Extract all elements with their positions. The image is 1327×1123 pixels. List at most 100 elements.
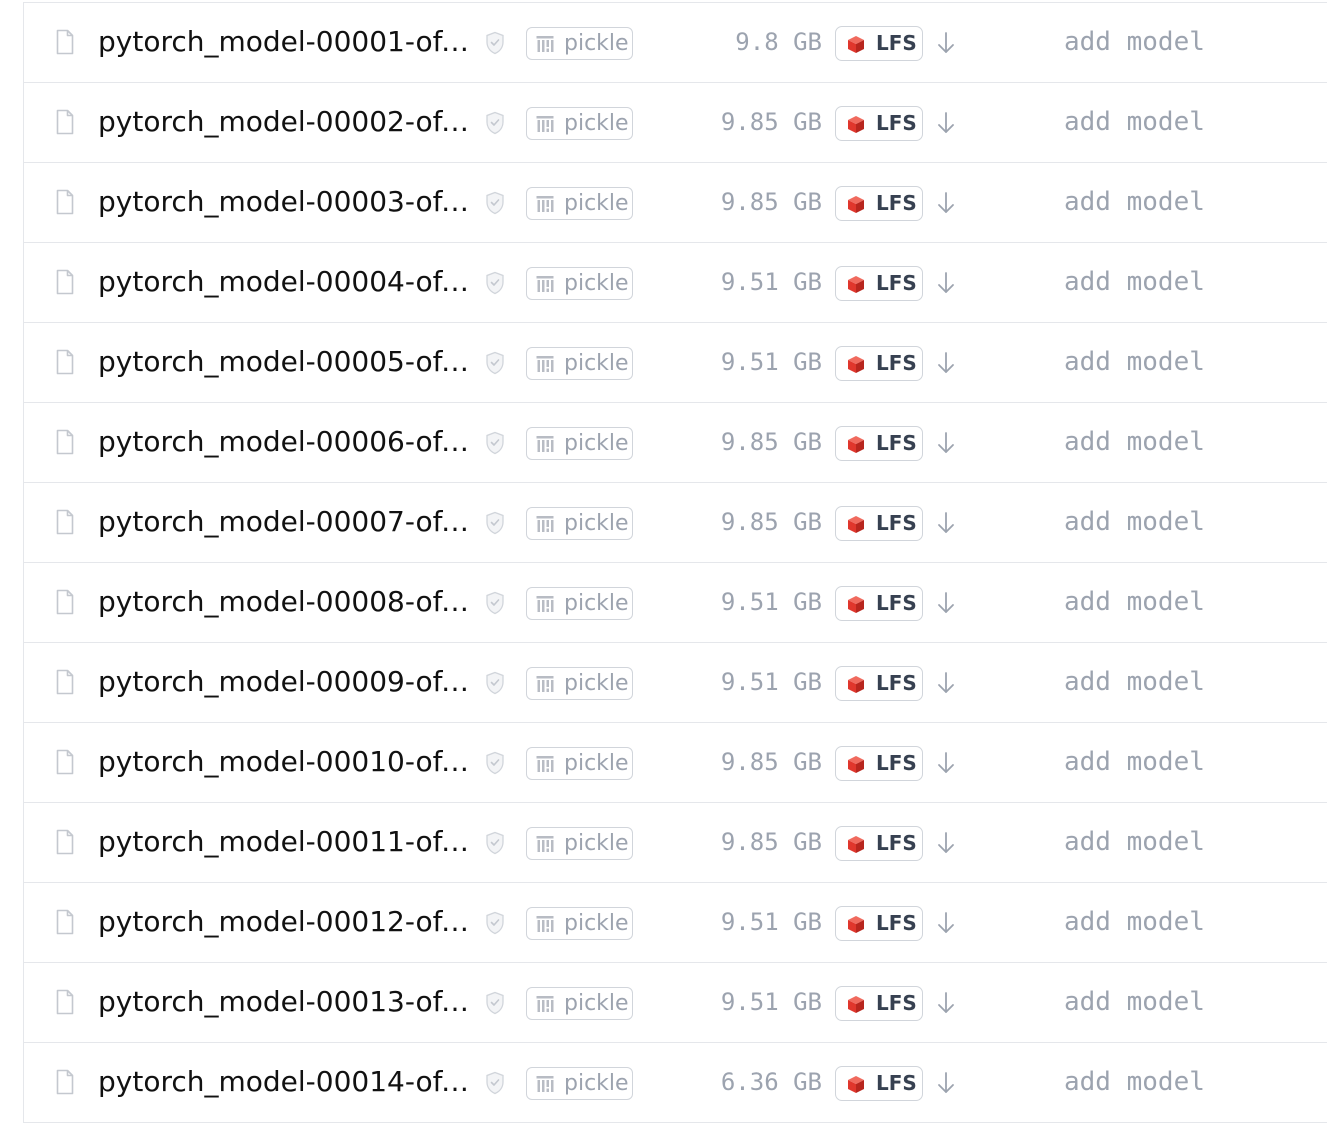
lfs-badge[interactable]: LFS [835, 1066, 923, 1101]
commit-message-link[interactable]: add model [1064, 979, 1205, 1025]
pickle-badge[interactable]: pickle [526, 1067, 633, 1100]
commit-message-link[interactable]: add model [1064, 739, 1205, 785]
file-row: pytorch_model-00005-of-… pickle 9.51 GB [24, 323, 1327, 403]
file-name-link[interactable]: pytorch_model-00010-of-… [98, 739, 470, 785]
file-name-link[interactable]: pytorch_model-00006-of-… [98, 419, 470, 465]
shield-check-icon [486, 831, 504, 855]
file-size: 9.85 GB [720, 508, 822, 536]
commit-message-link[interactable]: add model [1064, 259, 1205, 305]
pickle-badge[interactable]: pickle [526, 747, 633, 780]
lfs-badge[interactable]: LFS [835, 906, 923, 941]
lfs-badge[interactable]: LFS [835, 266, 923, 301]
file-icon [56, 429, 74, 455]
file-name-link[interactable]: pytorch_model-00008-of-… [98, 579, 470, 625]
file-row: pytorch_model-00008-of-… pickle 9.51 GB [24, 563, 1327, 643]
lfs-cube-icon [848, 996, 864, 1013]
download-arrow-icon[interactable] [934, 990, 958, 1016]
commit-message-link[interactable]: add model [1064, 579, 1205, 625]
pickle-icon [536, 276, 554, 292]
file-name-link[interactable]: pytorch_model-00012-of-… [98, 899, 470, 945]
pickle-icon [536, 996, 554, 1012]
download-arrow-icon[interactable] [934, 910, 958, 936]
commit-message-link[interactable]: add model [1064, 499, 1205, 545]
file-size: 9.85 GB [720, 428, 822, 456]
pickle-badge[interactable]: pickle [526, 987, 633, 1020]
lfs-badge[interactable]: LFS [835, 746, 923, 781]
commit-message-link[interactable]: add model [1064, 419, 1205, 465]
download-arrow-icon[interactable] [934, 270, 958, 296]
pickle-badge[interactable]: pickle [526, 27, 633, 60]
lfs-badge[interactable]: LFS [835, 586, 923, 621]
file-icon [56, 669, 74, 695]
download-arrow-icon[interactable] [934, 750, 958, 776]
pickle-badge[interactable]: pickle [526, 587, 633, 620]
commit-message-link[interactable]: add model [1064, 19, 1205, 65]
pickle-icon [536, 1076, 554, 1092]
file-name-link[interactable]: pytorch_model-00009-of-… [98, 659, 470, 705]
file-icon [56, 109, 74, 135]
file-name-link[interactable]: pytorch_model-00003-of-… [98, 179, 470, 225]
pickle-label: pickle [564, 111, 629, 136]
download-arrow-icon[interactable] [934, 830, 958, 856]
lfs-badge[interactable]: LFS [835, 346, 923, 381]
lfs-label: LFS [876, 671, 917, 695]
download-arrow-icon[interactable] [934, 350, 958, 376]
lfs-label: LFS [876, 271, 917, 295]
file-name-link[interactable]: pytorch_model-00011-of-… [98, 819, 470, 865]
download-arrow-icon[interactable] [934, 190, 958, 216]
pickle-badge[interactable]: pickle [526, 347, 633, 380]
file-name-link[interactable]: pytorch_model-00001-of-… [98, 19, 470, 65]
file-icon [56, 749, 74, 775]
pickle-badge[interactable]: pickle [526, 907, 633, 940]
file-name-link[interactable]: pytorch_model-00005-of-… [98, 339, 470, 385]
pickle-badge[interactable]: pickle [526, 667, 633, 700]
commit-message-link[interactable]: add model [1064, 179, 1205, 225]
lfs-badge[interactable]: LFS [835, 986, 923, 1021]
download-arrow-icon[interactable] [934, 670, 958, 696]
download-arrow-icon[interactable] [934, 30, 958, 56]
commit-message-link[interactable]: add model [1064, 659, 1205, 705]
lfs-badge[interactable]: LFS [835, 186, 923, 221]
lfs-label: LFS [876, 511, 917, 535]
lfs-badge[interactable]: LFS [835, 506, 923, 541]
commit-message-link[interactable]: add model [1064, 819, 1205, 865]
pickle-badge[interactable]: pickle [526, 427, 633, 460]
pickle-badge[interactable]: pickle [526, 267, 633, 300]
lfs-badge[interactable]: LFS [835, 106, 923, 141]
pickle-label: pickle [564, 31, 629, 56]
shield-check-icon [486, 351, 504, 375]
file-name-link[interactable]: pytorch_model-00004-of-… [98, 259, 470, 305]
download-arrow-icon[interactable] [934, 430, 958, 456]
download-arrow-icon[interactable] [934, 110, 958, 136]
file-name-link[interactable]: pytorch_model-00007-of-… [98, 499, 470, 545]
download-arrow-icon[interactable] [934, 590, 958, 616]
file-row: pytorch_model-00007-of-… pickle 9.85 GB [24, 483, 1327, 563]
pickle-icon [536, 596, 554, 612]
download-arrow-icon[interactable] [934, 1070, 958, 1096]
lfs-badge[interactable]: LFS [835, 666, 923, 701]
commit-message-link[interactable]: add model [1064, 899, 1205, 945]
commit-message-link[interactable]: add model [1064, 339, 1205, 385]
shield-check-icon [486, 271, 504, 295]
lfs-cube-icon [848, 836, 864, 853]
pickle-icon [536, 916, 554, 932]
lfs-badge[interactable]: LFS [835, 426, 923, 461]
pickle-badge[interactable]: pickle [526, 827, 633, 860]
file-name-link[interactable]: pytorch_model-00014-of-… [98, 1059, 470, 1105]
commit-message-link[interactable]: add model [1064, 1059, 1205, 1105]
pickle-label: pickle [564, 751, 629, 776]
lfs-label: LFS [876, 191, 917, 215]
lfs-badge[interactable]: LFS [835, 826, 923, 861]
commit-message-link[interactable]: add model [1064, 99, 1205, 145]
pickle-badge[interactable]: pickle [526, 507, 633, 540]
file-name-link[interactable]: pytorch_model-00002-of-… [98, 99, 470, 145]
file-row: pytorch_model-00012-of-… pickle 9.51 GB [24, 883, 1327, 963]
download-arrow-icon[interactable] [934, 510, 958, 536]
file-name-link[interactable]: pytorch_model-00013-of-… [98, 979, 470, 1025]
file-row: pytorch_model-00011-of-… pickle 9.85 GB [24, 803, 1327, 883]
pickle-badge[interactable]: pickle [526, 107, 633, 140]
pickle-badge[interactable]: pickle [526, 187, 633, 220]
lfs-badge[interactable]: LFS [835, 26, 923, 61]
file-size: 9.51 GB [720, 268, 822, 296]
pickle-icon [536, 196, 554, 212]
